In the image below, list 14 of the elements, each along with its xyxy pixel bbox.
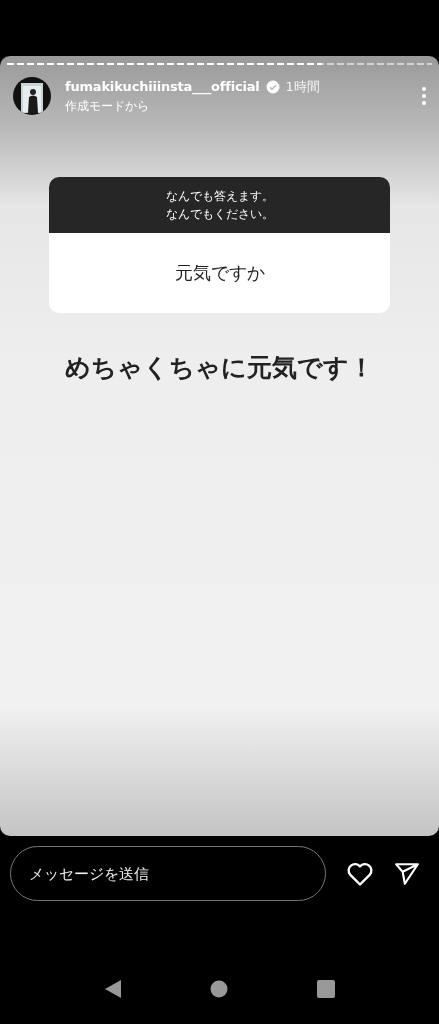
question-text: 元気ですか	[173, 261, 266, 285]
back-icon[interactable]	[104, 979, 123, 999]
subtitle: 作成モードから	[65, 97, 150, 115]
username[interactable]: fumakikuchiiinsta___official	[65, 79, 260, 94]
recents-icon[interactable]	[316, 980, 335, 998]
verified-icon	[265, 79, 280, 94]
sticker-prompt: なんでもください。	[165, 206, 274, 223]
sticker-prompt: なんでも答えます。	[165, 188, 274, 205]
send-icon[interactable]	[394, 861, 420, 886]
message-field[interactable]: メッセージを送信	[10, 846, 326, 901]
post-time: 1時間	[285, 77, 320, 96]
answer-text: めちゃくちゃに元気です！	[64, 352, 375, 384]
heart-icon[interactable]	[346, 860, 374, 887]
home-icon[interactable]	[210, 980, 229, 998]
